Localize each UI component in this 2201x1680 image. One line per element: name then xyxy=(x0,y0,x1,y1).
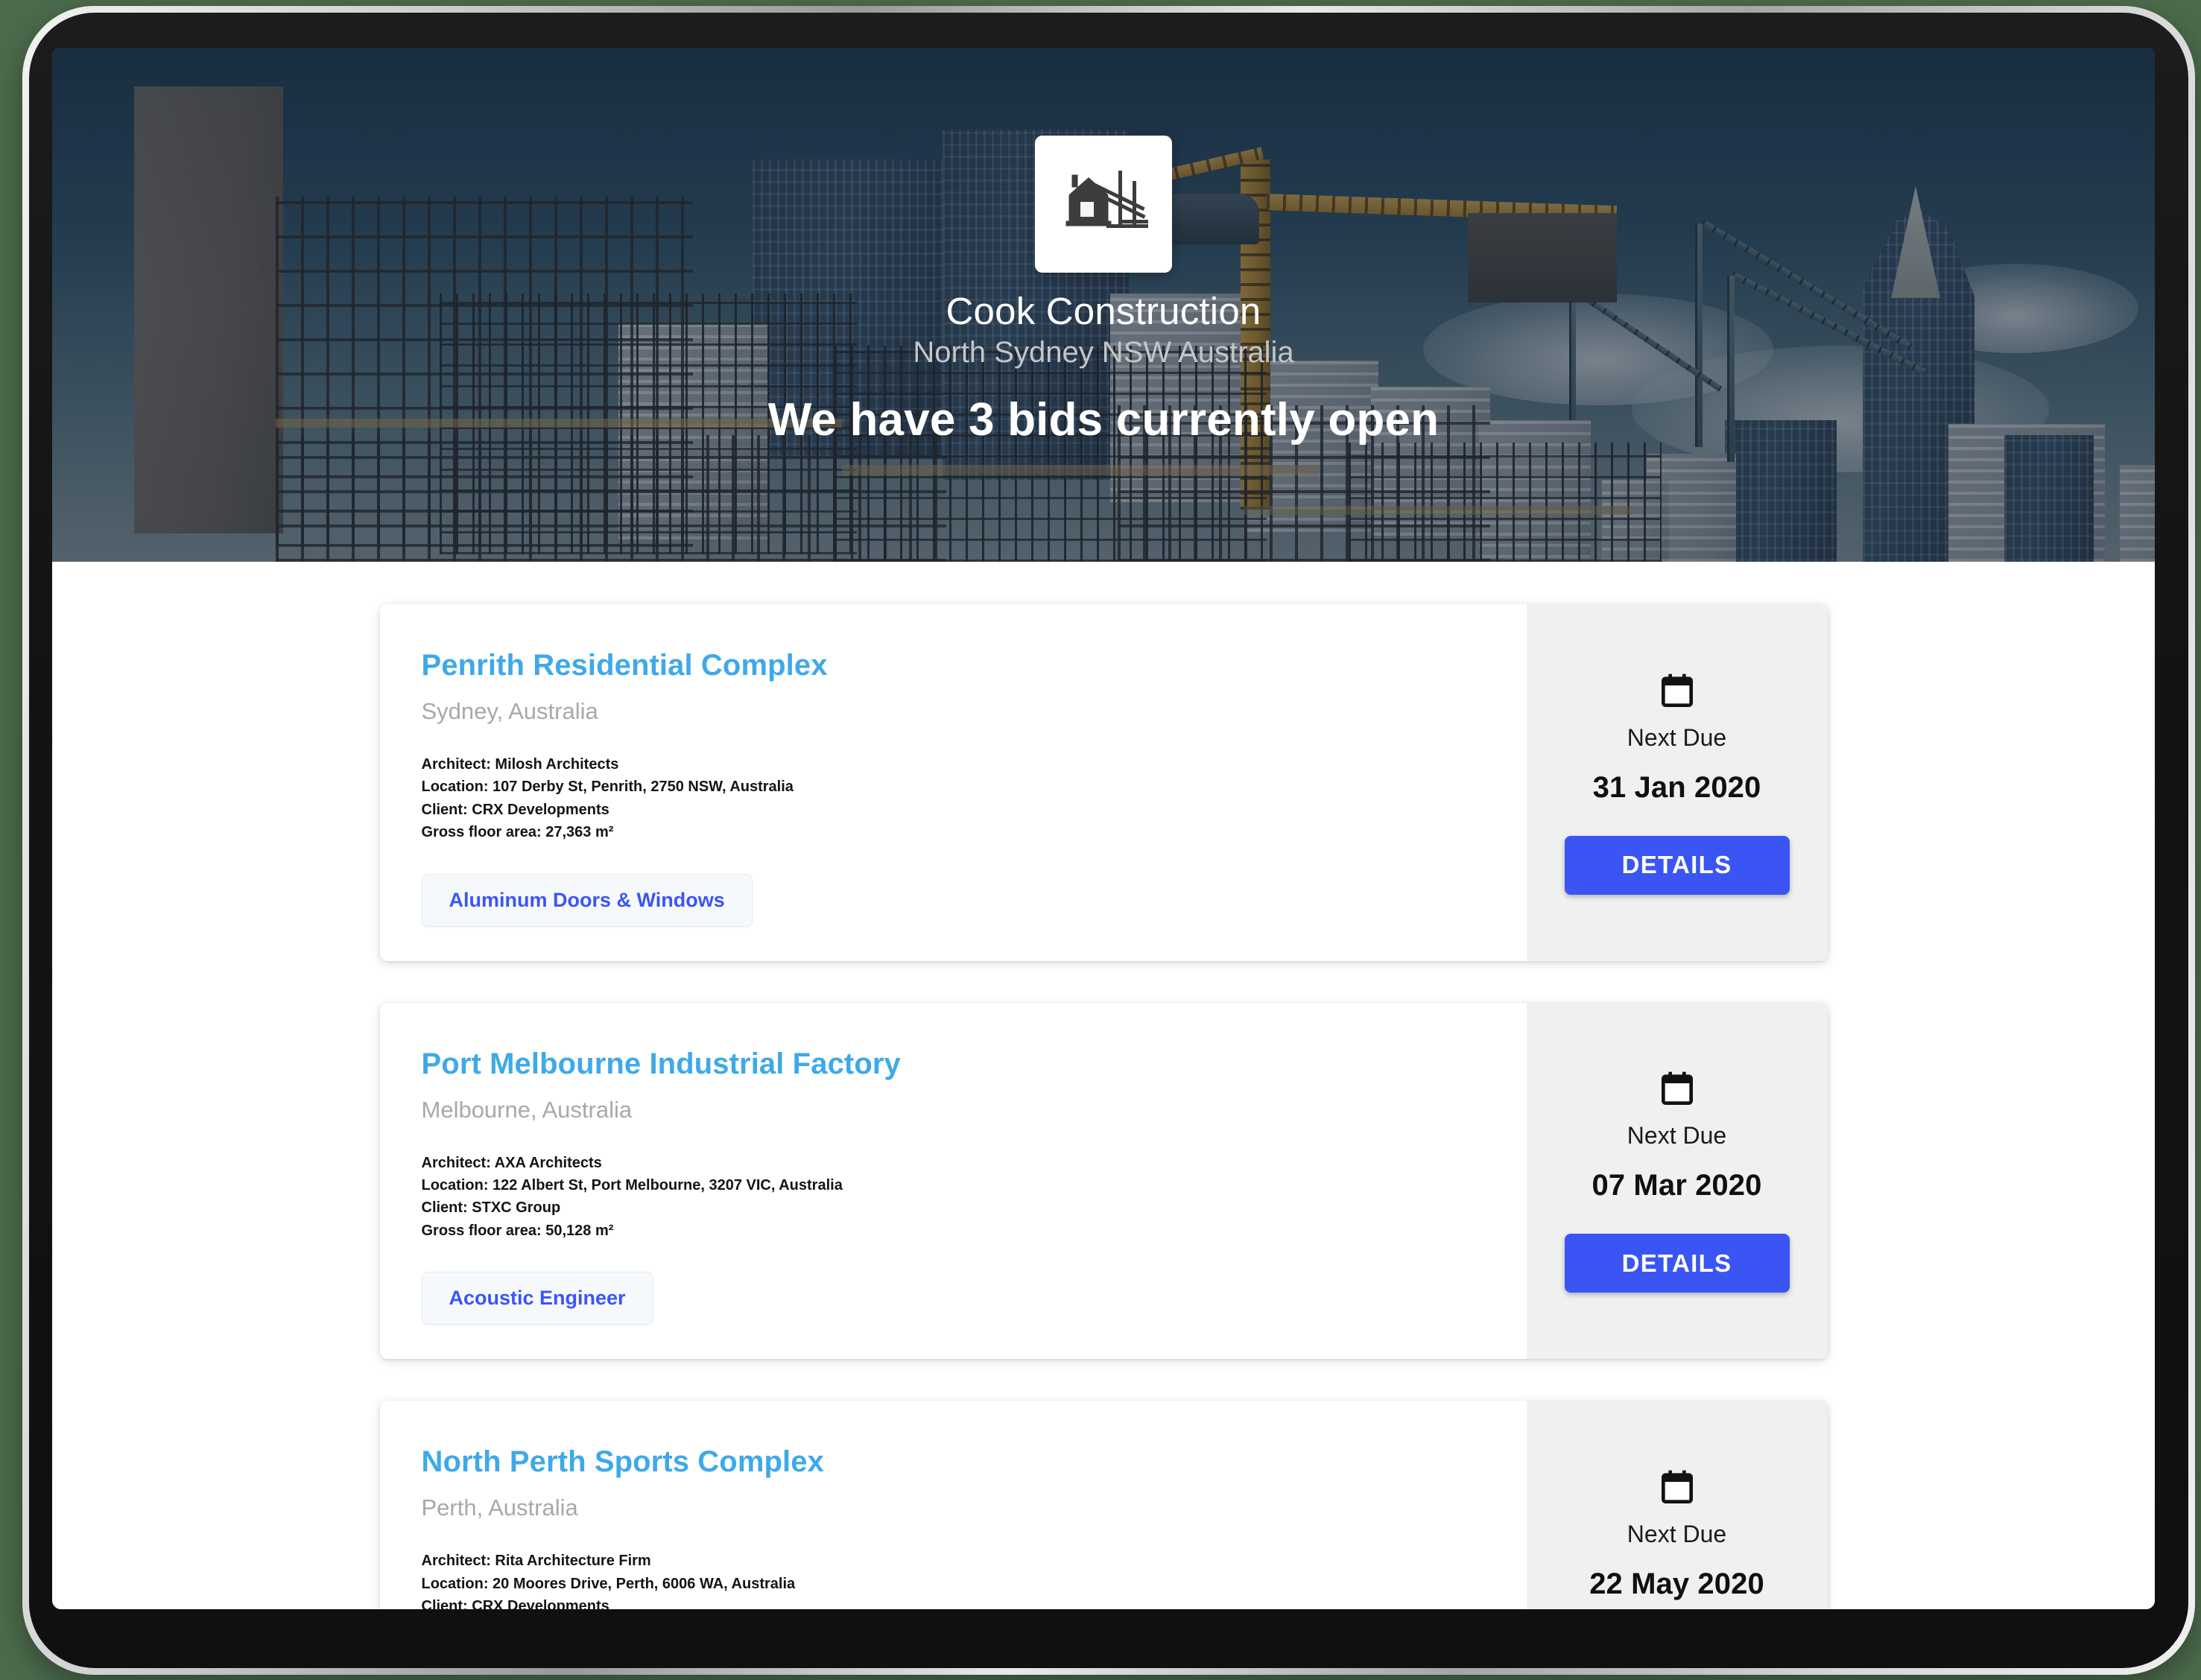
project-architect: Architect: Milosh Architects xyxy=(421,756,619,773)
next-due-date: 07 Mar 2020 xyxy=(1592,1169,1762,1202)
bid-card-side: Next Due 07 Mar 2020 DETAILS xyxy=(1526,1002,1828,1360)
trade-tag[interactable]: Aluminum Doors & Windows xyxy=(421,873,753,927)
project-client: Client: CRX Developments xyxy=(421,801,609,818)
project-floor-area: Gross floor area: 27,363 m² xyxy=(421,824,614,841)
bid-card[interactable]: Penrith Residential Complex Sydney, Aust… xyxy=(379,604,1828,961)
house-blueprint-logo-icon xyxy=(1065,171,1148,228)
bid-card-side: Next Due 31 Jan 2020 DETAILS xyxy=(1526,604,1828,961)
project-client: Client: CRX Developments xyxy=(421,1597,609,1609)
hero-banner: Cook Construction North Sydney NSW Austr… xyxy=(52,48,2155,562)
next-due-date: 31 Jan 2020 xyxy=(1592,770,1761,804)
bid-card[interactable]: North Perth Sports Complex Perth, Austra… xyxy=(379,1401,1828,1609)
company-name: Cook Construction xyxy=(946,290,1261,332)
project-location: Location: 20 Moores Drive, Perth, 6006 W… xyxy=(421,1575,796,1592)
tablet-body: Cook Construction North Sydney NSW Austr… xyxy=(29,13,2188,1668)
bid-card-main: Port Melbourne Industrial Factory Melbou… xyxy=(380,1003,1527,1360)
project-architect: Architect: Rita Architecture Firm xyxy=(421,1553,651,1570)
tablet-device-frame: Cook Construction North Sydney NSW Austr… xyxy=(22,6,2195,1675)
company-location: North Sydney NSW Australia xyxy=(913,336,1294,369)
project-city: Melbourne, Australia xyxy=(421,1096,633,1123)
calendar-icon xyxy=(1661,1470,1693,1503)
next-due-date: 22 May 2020 xyxy=(1589,1567,1764,1600)
company-logo xyxy=(1035,136,1172,273)
bid-card-main: North Perth Sports Complex Perth, Austra… xyxy=(380,1401,1527,1609)
trade-tag-row: Acoustic Engineer xyxy=(421,1272,1527,1325)
bid-card-main: Penrith Residential Complex Sydney, Aust… xyxy=(380,604,1527,961)
project-architect: Architect: AXA Architects xyxy=(421,1154,602,1171)
hero-content: Cook Construction North Sydney NSW Austr… xyxy=(52,136,2155,446)
details-button[interactable]: DETAILS xyxy=(1564,835,1790,895)
next-due-label: Next Due xyxy=(1627,1122,1727,1150)
project-title[interactable]: North Perth Sports Complex xyxy=(422,1445,1527,1479)
bid-card[interactable]: Port Melbourne Industrial Factory Melbou… xyxy=(379,1002,1828,1360)
project-location: Location: 107 Derby St, Penrith, 2750 NS… xyxy=(421,779,794,796)
tablet-screen: Cook Construction North Sydney NSW Austr… xyxy=(52,48,2155,1609)
calendar-icon xyxy=(1661,1072,1693,1106)
project-city: Sydney, Australia xyxy=(421,698,598,724)
next-due-label: Next Due xyxy=(1627,1520,1727,1547)
project-title[interactable]: Port Melbourne Industrial Factory xyxy=(422,1047,1527,1081)
details-button[interactable]: DETAILS xyxy=(1564,1234,1790,1293)
project-floor-area: Gross floor area: 50,128 m² xyxy=(421,1222,614,1239)
next-due-label: Next Due xyxy=(1627,723,1727,751)
trade-tag-row: Aluminum Doors & Windows xyxy=(421,873,1527,927)
project-meta: Architect: AXA Architects Location: 122 … xyxy=(422,1152,1527,1243)
bid-card-side: Next Due 22 May 2020 DETAILS xyxy=(1526,1401,1828,1609)
project-city: Perth, Australia xyxy=(421,1494,578,1521)
project-title[interactable]: Penrith Residential Complex xyxy=(422,649,1527,682)
project-meta: Architect: Rita Architecture Firm Locati… xyxy=(422,1550,1527,1609)
bid-list: Penrith Residential Complex Sydney, Aust… xyxy=(52,562,2155,1609)
project-client: Client: STXC Group xyxy=(421,1199,561,1217)
calendar-icon xyxy=(1661,673,1693,707)
project-location: Location: 122 Albert St, Port Melbourne,… xyxy=(421,1176,843,1194)
project-meta: Architect: Milosh Architects Location: 1… xyxy=(422,753,1527,844)
bids-headline: We have 3 bids currently open xyxy=(767,394,1440,446)
trade-tag[interactable]: Acoustic Engineer xyxy=(421,1272,653,1325)
